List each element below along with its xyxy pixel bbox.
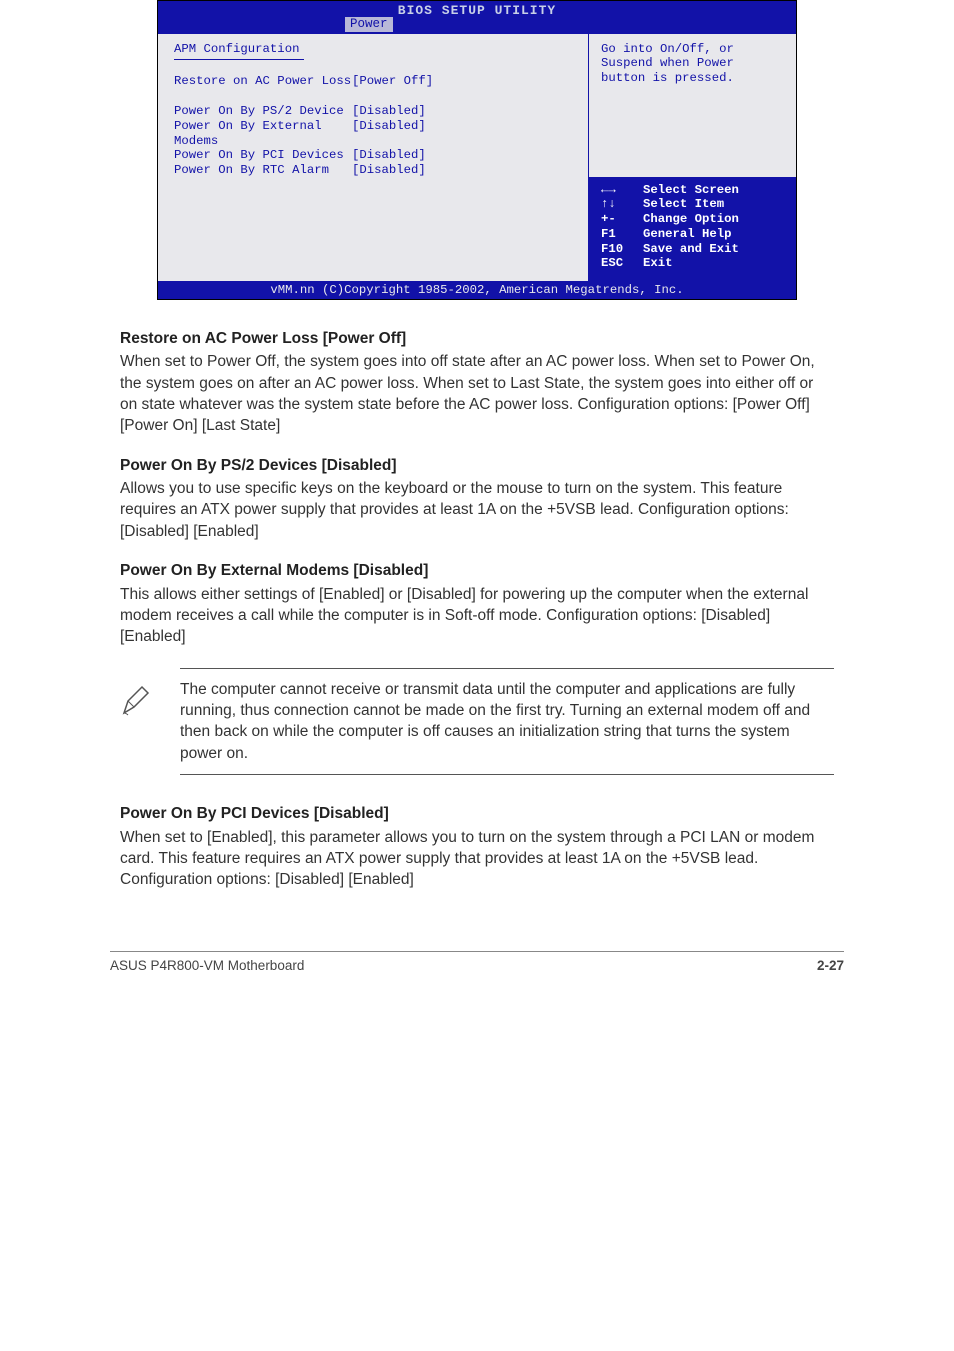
setting-row[interactable]: Power On By PCI Devices [Disabled] [174, 148, 578, 163]
section-underline [174, 59, 304, 60]
page-footer: ASUS P4R800-VM Motherboard 2-27 [110, 951, 844, 973]
nav-row: F1 General Help [601, 227, 784, 242]
setting-row[interactable]: Power On By External Modems [Disabled] [174, 119, 578, 149]
heading-ps2: Power On By PS/2 Devices [Disabled] [120, 455, 834, 476]
nav-row: +- Change Option [601, 212, 784, 227]
setting-row[interactable]: Power On By PS/2 Device [Disabled] [174, 104, 578, 119]
setting-value: [Disabled] [352, 104, 426, 119]
footer-product: ASUS P4R800-VM Motherboard [110, 958, 304, 973]
setting-value: [Disabled] [352, 148, 426, 163]
setting-row[interactable]: Restore on AC Power Loss [Power Off] [174, 74, 578, 89]
nav-row: F10 Save and Exit [601, 242, 784, 257]
bios-footer: vMM.nn (C)Copyright 1985-2002, American … [158, 281, 796, 299]
nav-row: ESC Exit [601, 256, 784, 271]
setting-value: [Disabled] [352, 119, 426, 149]
note-block: The computer cannot receive or transmit … [180, 668, 834, 776]
heading-restore-ac: Restore on AC Power Loss [Power Off] [120, 328, 834, 349]
nav-action: General Help [643, 227, 732, 242]
section-heading: APM Configuration [174, 42, 578, 57]
heading-pci: Power On By PCI Devices [Disabled] [120, 803, 834, 824]
bios-right-pane: Go into On/Off, or Suspend when Power bu… [589, 34, 796, 282]
paragraph: Allows you to use specific keys on the k… [120, 478, 834, 542]
bios-window: BIOS SETUP UTILITY Power APM Configurati… [157, 0, 797, 300]
nav-key-plusminus: +- [601, 212, 643, 227]
nav-key-leftright-icon: ←→ [601, 183, 643, 198]
bios-body: APM Configuration Restore on AC Power Lo… [158, 34, 796, 282]
setting-value: [Power Off] [352, 74, 433, 89]
nav-help-block: ←→ Select Screen ↑↓ Select Item +- Chang… [589, 177, 796, 282]
setting-label: Power On By PS/2 Device [174, 104, 352, 119]
paragraph: When set to Power Off, the system goes i… [120, 351, 834, 437]
nav-key-f10: F10 [601, 242, 643, 257]
nav-action: Exit [643, 256, 673, 271]
nav-key-esc: ESC [601, 256, 643, 271]
note-text: The computer cannot receive or transmit … [180, 681, 810, 762]
help-text: Go into On/Off, or Suspend when Power bu… [601, 42, 784, 86]
pencil-note-icon [118, 683, 154, 719]
setting-value: [Disabled] [352, 163, 426, 178]
paragraph: When set to [Enabled], this parameter al… [120, 827, 834, 891]
setting-label: Restore on AC Power Loss [174, 74, 352, 89]
nav-action: Save and Exit [643, 242, 739, 257]
setting-label: Power On By External Modems [174, 119, 352, 149]
heading-ext-modems: Power On By External Modems [Disabled] [120, 560, 834, 581]
footer-page-number: 2-27 [817, 958, 844, 973]
nav-action: Select Screen [643, 183, 739, 198]
setting-row[interactable]: Power On By RTC Alarm [Disabled] [174, 163, 578, 178]
nav-row: ←→ Select Screen [601, 183, 784, 198]
nav-row: ↑↓ Select Item [601, 197, 784, 212]
setting-label: Power On By RTC Alarm [174, 163, 352, 178]
nav-action: Select Item [643, 197, 724, 212]
nav-key-f1: F1 [601, 227, 643, 242]
paragraph: This allows either settings of [Enabled]… [120, 584, 834, 648]
tab-power[interactable]: Power [345, 17, 393, 32]
setting-label: Power On By PCI Devices [174, 148, 352, 163]
bios-tab-row: Power [158, 17, 796, 34]
nav-key-updown-icon: ↑↓ [601, 197, 643, 212]
bios-left-pane: APM Configuration Restore on AC Power Lo… [158, 34, 589, 282]
nav-action: Change Option [643, 212, 739, 227]
